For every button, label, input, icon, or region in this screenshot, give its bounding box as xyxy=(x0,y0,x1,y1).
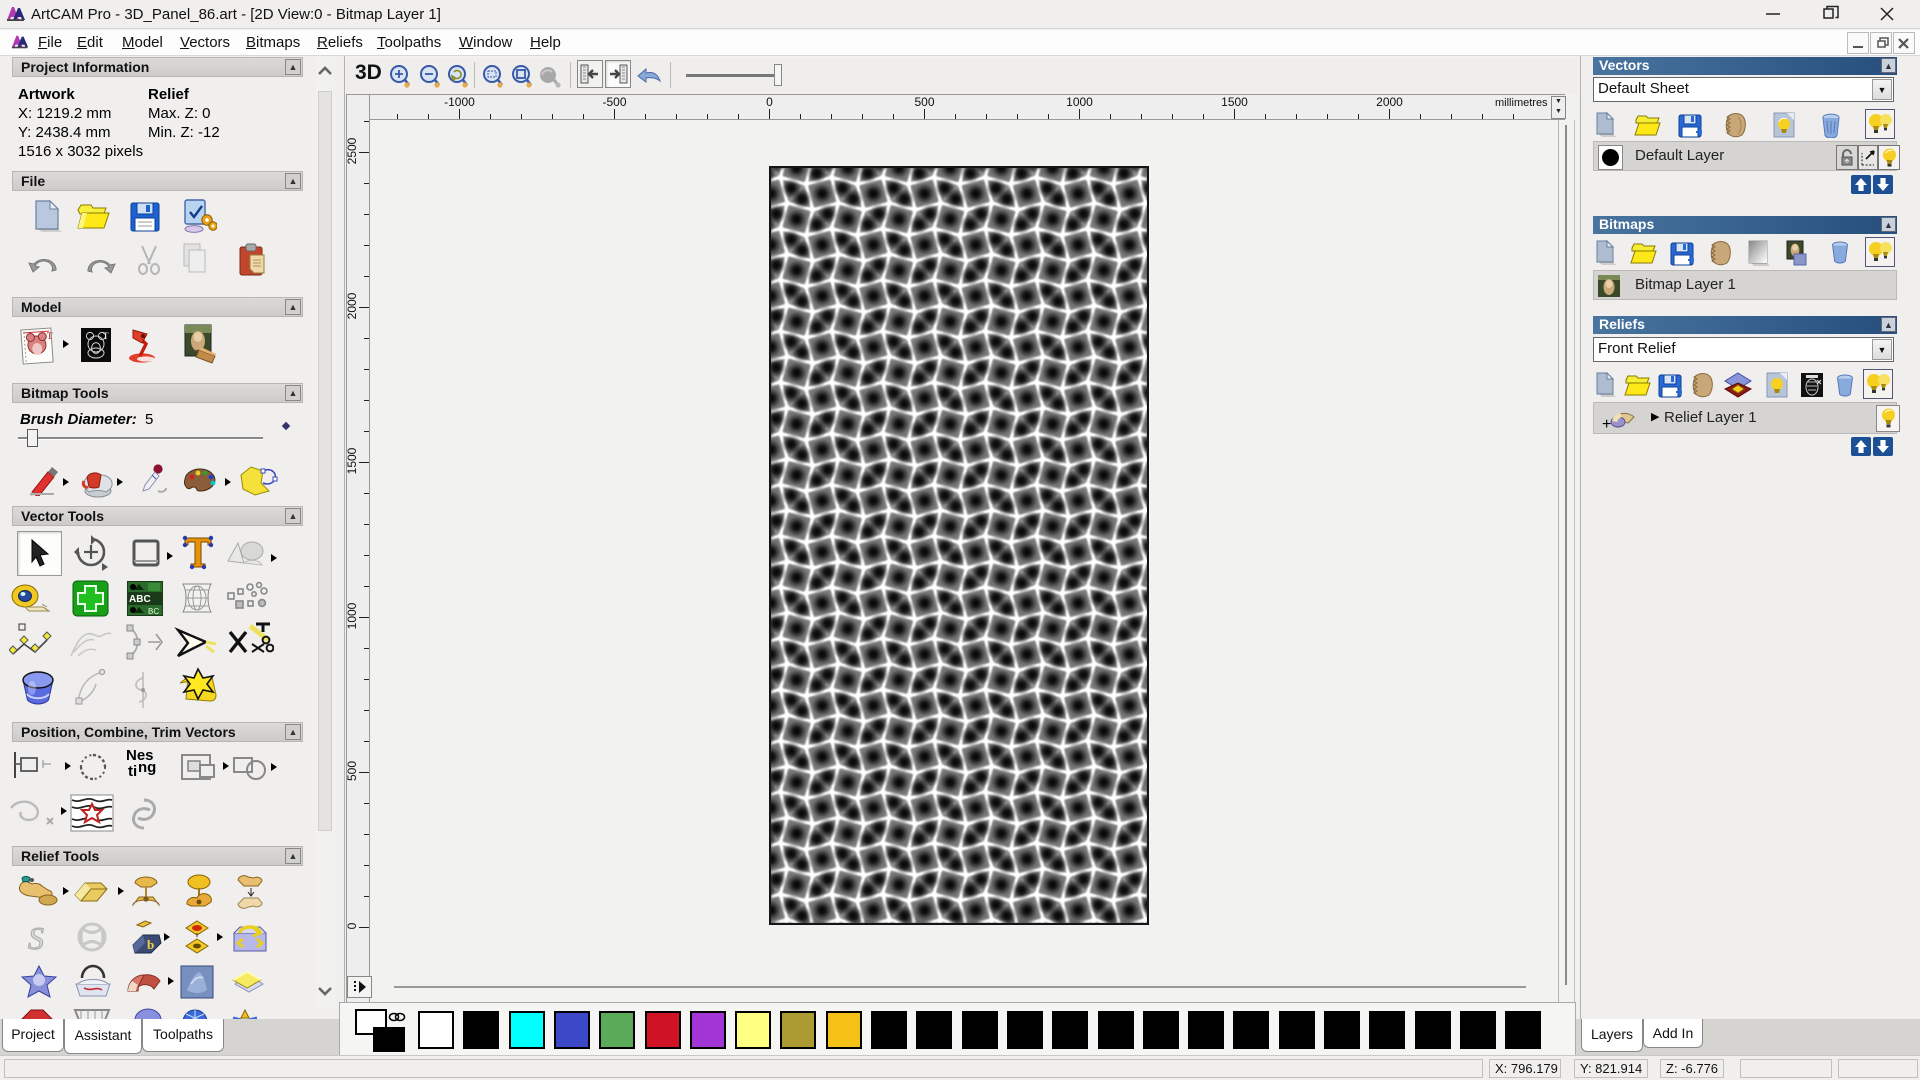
svg-text:BC: BC xyxy=(148,607,159,616)
svg-text:S: S xyxy=(28,922,44,954)
svg-text:ng: ng xyxy=(138,759,156,776)
svg-text:b: b xyxy=(147,937,154,952)
svg-text:T: T xyxy=(103,331,109,341)
svg-text:T: T xyxy=(47,331,53,341)
svg-text:ABC: ABC xyxy=(129,594,151,605)
svg-text:ti: ti xyxy=(128,763,137,780)
